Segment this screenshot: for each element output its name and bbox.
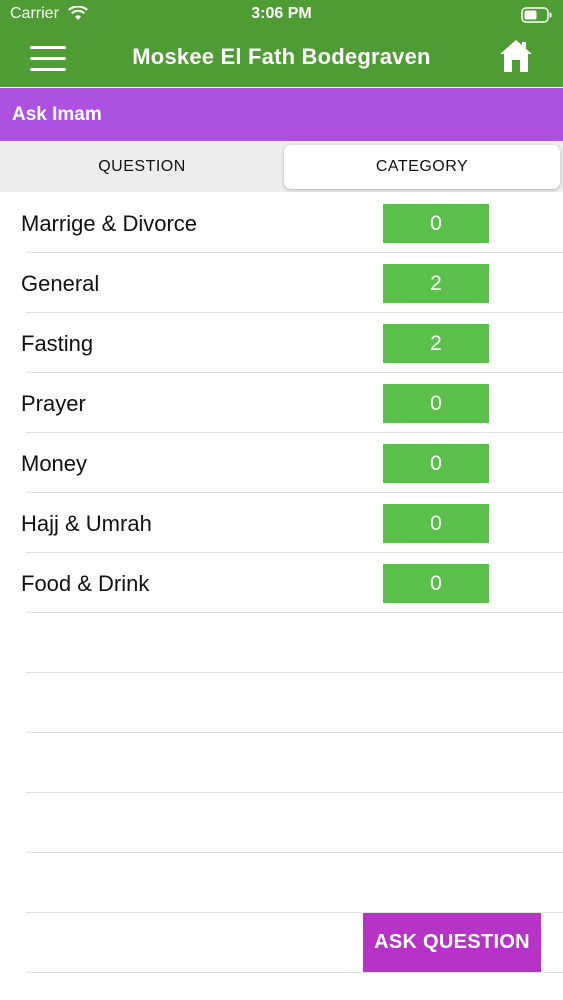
category-row[interactable]: General 2 [0, 253, 563, 313]
segmented-control: QUESTION CATEGORY [0, 142, 563, 192]
ask-question-button[interactable]: ASK QUESTION [363, 913, 541, 972]
category-count-badge: 0 [383, 504, 489, 543]
section-header: Ask Imam [0, 88, 563, 141]
section-title: Ask Imam [12, 104, 102, 125]
category-list: Marrige & Divorce 0 General 2 Fasting 2 … [0, 193, 563, 973]
battery-icon [521, 7, 553, 28]
empty-row [0, 673, 563, 733]
category-row[interactable]: Hajj & Umrah 0 [0, 493, 563, 553]
category-name: Hajj & Umrah [21, 511, 152, 536]
category-row[interactable]: Money 0 [0, 433, 563, 493]
tab-question[interactable]: QUESTION [2, 145, 282, 189]
category-count-badge: 2 [383, 324, 489, 363]
empty-row [0, 793, 563, 853]
category-name: Prayer [21, 391, 86, 416]
app-title: Moskee El Fath Bodegraven [132, 44, 431, 69]
category-name: Money [21, 451, 88, 476]
empty-row [0, 733, 563, 793]
category-count-badge: 0 [383, 444, 489, 483]
empty-row [0, 853, 563, 913]
navigation-bar: Moskee El Fath Bodegraven [0, 30, 563, 87]
category-count-badge: 0 [383, 384, 489, 423]
category-count-badge: 0 [383, 564, 489, 603]
category-row[interactable]: Prayer 0 [0, 373, 563, 433]
category-name: Marrige & Divorce [21, 211, 198, 236]
status-bar: Carrier 3:06 PM [0, 0, 563, 30]
category-count-badge: 2 [383, 264, 489, 303]
empty-row [0, 613, 563, 673]
category-count-badge: 0 [383, 204, 489, 243]
category-row[interactable]: Food & Drink 0 [0, 553, 563, 613]
home-icon[interactable] [499, 38, 533, 79]
category-name: Food & Drink [21, 571, 150, 596]
status-time: 3:06 PM [251, 5, 312, 22]
category-name: General [21, 271, 100, 296]
category-row[interactable]: Marrige & Divorce 0 [0, 193, 563, 253]
category-name: Fasting [21, 331, 94, 356]
tab-category[interactable]: CATEGORY [284, 145, 560, 189]
category-row[interactable]: Fasting 2 [0, 313, 563, 373]
